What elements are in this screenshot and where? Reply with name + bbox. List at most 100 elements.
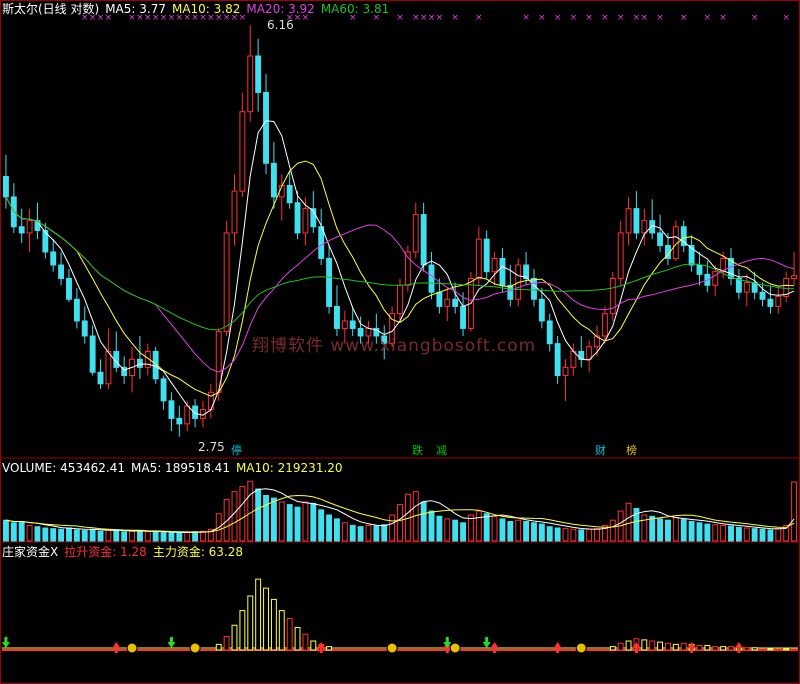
candle-body-8 — [66, 277, 72, 300]
event-marker-finance[interactable]: 财 — [593, 444, 608, 457]
signal-cross-70: × — [554, 13, 562, 23]
volume-bar-18 — [144, 531, 151, 542]
candle-body-60 — [475, 238, 482, 279]
volume-bar-42 — [334, 518, 340, 542]
signal-cross-52: × — [412, 13, 420, 23]
volume-bar-3 — [26, 524, 33, 542]
candle-body-50 — [397, 284, 403, 315]
candle-body-94 — [743, 282, 750, 293]
volume-bar-44 — [349, 524, 356, 542]
candle-body-80 — [633, 208, 640, 234]
candle-body-95 — [751, 282, 758, 293]
volume-bar-71 — [562, 528, 569, 542]
candle-body-68 — [538, 298, 545, 322]
volume-readout: VOLUME: 453462.41 — [2, 461, 125, 475]
ma5-readout: MA5: 3.77 — [105, 2, 166, 16]
volume-bars — [2, 480, 798, 542]
indicator-bar-30 — [239, 610, 246, 651]
signal-cross-89: × — [704, 13, 712, 23]
signal-cross-86: × — [680, 13, 688, 23]
candle-body-98 — [775, 295, 782, 307]
indicator-bar-79 — [625, 640, 632, 651]
event-marker-limit-down[interactable]: 跌 — [410, 444, 425, 457]
indicator-bar-38 — [302, 633, 309, 651]
volume-bar-35 — [278, 501, 285, 542]
candle-body-62 — [491, 257, 498, 273]
indicator-bar-33 — [263, 587, 269, 651]
signal-cross-57: × — [451, 13, 459, 23]
signal-cross-91: × — [719, 13, 727, 23]
money-bag-icon-57 — [449, 642, 461, 654]
volume-bar-8 — [66, 527, 72, 542]
volume-bar-73 — [578, 529, 585, 542]
candle-body-7 — [58, 264, 65, 279]
volume-bar-32 — [255, 488, 262, 542]
signal-cross-76: × — [601, 13, 609, 23]
price-header: 斯太尔(日线 对数) MA5: 3.77 MA10: 3.82 MA20: 3.92 M… — [2, 2, 395, 16]
candle-body-28 — [223, 232, 230, 332]
volume-bar-61 — [483, 513, 490, 542]
indicator-bar-29 — [231, 624, 238, 651]
candle-body-9 — [73, 298, 80, 322]
volume-bar-70 — [554, 527, 561, 542]
indicator-bar-37 — [294, 627, 301, 651]
ma60-readout: MA60: 3.81 — [320, 2, 390, 16]
main-funds-readout: 主力资金: 63.28 — [152, 545, 244, 559]
candle-body-32 — [255, 55, 262, 93]
volume-bar-67 — [531, 522, 537, 542]
volume-bar-90 — [712, 524, 719, 542]
candle-body-17 — [136, 358, 143, 368]
volume-bar-92 — [728, 525, 734, 542]
volume-bar-9 — [73, 529, 80, 542]
candle-body-37 — [294, 202, 301, 234]
candle-body-23 — [184, 405, 191, 425]
indicator-bar-85 — [672, 643, 679, 651]
volume-bar-49 — [389, 514, 396, 542]
indicator-bar-90 — [712, 646, 719, 651]
volume-bar-74 — [586, 528, 593, 542]
candle-body-44 — [349, 320, 356, 329]
event-marker-ranking[interactable]: 榜 — [624, 444, 639, 457]
indicator-bar-94 — [743, 647, 750, 651]
volume-bar-31 — [247, 480, 254, 542]
volume-bar-55 — [436, 515, 443, 542]
event-marker-halt[interactable]: 停 — [229, 444, 244, 457]
indicator-bar-35 — [278, 610, 285, 651]
candle-body-54 — [428, 264, 435, 293]
candle-body-69 — [546, 320, 553, 345]
watermark: 翔博软件 www.xiangbosoft.com — [252, 336, 537, 356]
volume-bar-50 — [397, 504, 403, 542]
indicator-bar-83 — [657, 641, 664, 651]
chart-title: 斯太尔(日线 对数) — [2, 2, 100, 16]
candle-body-10 — [81, 320, 88, 337]
volume-bar-22 — [176, 532, 183, 542]
volume-bar-69 — [546, 526, 553, 542]
volume-bar-1 — [10, 522, 17, 542]
volume-bar-58 — [460, 522, 466, 542]
signal-cross-81: × — [641, 13, 649, 23]
buy-arrow-40 — [317, 642, 326, 653]
candle-body-2 — [18, 226, 25, 234]
candle-body-78 — [617, 232, 624, 279]
indicator-bar-84 — [665, 642, 671, 651]
candle-body-58 — [460, 305, 466, 329]
indicator-bars — [2, 578, 798, 651]
indicator-bar-88 — [696, 645, 703, 651]
volume-bar-75 — [594, 528, 600, 542]
volume-bar-45 — [357, 526, 364, 542]
indicator-bar-41 — [326, 646, 333, 651]
indicator-bar-99 — [783, 648, 790, 651]
candle-body-76 — [601, 313, 608, 337]
volume-bar-37 — [294, 506, 301, 542]
event-marker-reduce[interactable]: 减 — [434, 444, 449, 457]
ma10-readout: MA10: 3.82 — [171, 2, 241, 16]
volume-bar-40 — [318, 509, 325, 542]
volume-bar-65 — [515, 519, 522, 542]
volume-bar-34 — [270, 497, 277, 542]
signal-cross-54: × — [428, 13, 436, 23]
volume-bar-81 — [641, 514, 648, 542]
volume-bar-91 — [720, 524, 727, 542]
candle-body-83 — [657, 232, 664, 247]
candle-body-43 — [341, 320, 348, 329]
buy-arrow-62 — [490, 642, 499, 653]
